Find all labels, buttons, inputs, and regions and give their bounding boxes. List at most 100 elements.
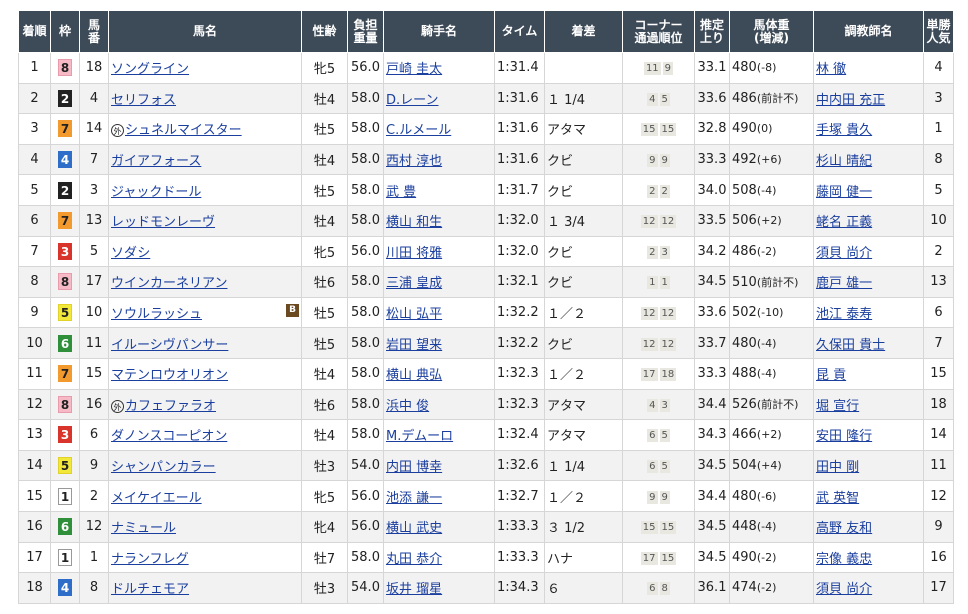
jockey-link[interactable]: 岩田 望来	[386, 338, 442, 353]
umaban-cell: 10	[79, 296, 109, 329]
sexage-cell: 牡5	[301, 327, 348, 359]
jockey-link[interactable]: D.レーン	[386, 93, 439, 108]
horse-name-link[interactable]: ナランフレグ	[111, 552, 189, 567]
horse-name-link[interactable]: イルーシヴパンサー	[111, 338, 228, 353]
corner-position: 9	[659, 490, 670, 504]
result-row: 12 8 16 外カフェファラオ 牡6 58.0 浜中 俊 1:32.3 アタマ 4 3 34.4 52…	[18, 388, 954, 421]
jockey-cell: 横山 武史	[383, 510, 495, 543]
rank-cell: 3	[18, 113, 51, 145]
umaban-cell: 17	[79, 266, 109, 298]
foreign-mark-icon: 外	[111, 124, 124, 138]
trainer-link[interactable]: 手塚 貴久	[816, 123, 872, 138]
foreign-mark-icon: 外	[111, 399, 124, 413]
jockey-link[interactable]: 横山 武史	[386, 521, 442, 536]
result-row: 11 7 15 マテンロウオリオン 牡4 58.0 横山 典弘 1:32.3 １／２ 17 18 33…	[18, 357, 954, 390]
jockey-cell: 横山 典弘	[383, 357, 495, 390]
sexage-cell: 牡4	[301, 357, 348, 390]
trainer-link[interactable]: 久保田 貴士	[816, 338, 885, 353]
rank-cell: 4	[18, 143, 51, 176]
horse-name-link[interactable]: ダノンスコーピオン	[111, 429, 227, 444]
jockey-link[interactable]: M.デムーロ	[386, 429, 453, 444]
margin-cell: クビ	[544, 174, 623, 206]
trainer-link[interactable]: 須貝 尚介	[816, 246, 872, 261]
trainer-link[interactable]: 藤岡 健一	[816, 185, 872, 200]
trainer-link[interactable]: 杉山 晴紀	[816, 154, 872, 169]
jockey-link[interactable]: 池添 謙一	[386, 491, 442, 506]
horse-cell: ソングライン	[108, 52, 302, 84]
horse-name-link[interactable]: ウインカーネリアン	[111, 276, 227, 291]
horse-name-link[interactable]: マテンロウオリオン	[111, 368, 228, 383]
jockey-link[interactable]: 武 豊	[386, 185, 416, 200]
trainer-link[interactable]: 宗像 義忠	[816, 552, 872, 567]
corner-position: 12	[640, 307, 658, 321]
corner-position: 4	[647, 92, 658, 106]
sexage-cell: 牡4	[301, 143, 348, 176]
header-jockey: 騎手名	[383, 10, 495, 53]
horse-name-link[interactable]: カフェファラオ	[125, 399, 216, 414]
body-weight-diff: (前計不)	[756, 92, 799, 106]
jockey-link[interactable]: 横山 典弘	[386, 368, 442, 383]
jockey-link[interactable]: 松山 弘平	[386, 307, 442, 322]
jockey-link[interactable]: 戸崎 圭太	[386, 62, 442, 77]
sexage-cell: 牡4	[301, 204, 348, 237]
waku-badge: 3	[58, 426, 72, 444]
corner-position: 3	[659, 245, 670, 259]
trainer-link[interactable]: 安田 隆行	[816, 429, 872, 444]
jockey-link[interactable]: 川田 将雅	[386, 246, 442, 261]
umaban-cell: 9	[79, 449, 109, 482]
horse-name-link[interactable]: ガイアフォース	[111, 154, 201, 169]
jockey-link[interactable]: 横山 和生	[386, 215, 442, 230]
jockey-link[interactable]: C.ルメール	[386, 123, 451, 138]
popularity-cell: 5	[923, 174, 954, 206]
trainer-link[interactable]: 中内田 充正	[816, 93, 885, 108]
umaban-cell: 13	[79, 204, 109, 237]
corner-position: 5	[659, 429, 670, 443]
trainer-link[interactable]: 鹿戸 雄一	[816, 276, 872, 291]
trainer-link[interactable]: 武 英智	[816, 491, 859, 506]
horse-name-link[interactable]: ソダシ	[111, 246, 150, 261]
horse-name-link[interactable]: ドルチェモア	[111, 582, 189, 597]
trainer-link[interactable]: 田中 剛	[816, 460, 859, 475]
corner-position: 1	[647, 276, 658, 290]
trainer-link[interactable]: 高野 友和	[816, 521, 872, 536]
trainer-link[interactable]: 昆 貢	[816, 368, 846, 383]
horse-name-link[interactable]: メイケイエール	[111, 491, 202, 506]
results-body: 1 8 18 ソングライン 牝5 56.0 戸崎 圭太 1:31.4 11 9 33.1 480(-8…	[18, 52, 954, 604]
trainer-link[interactable]: 蛯名 正義	[816, 215, 872, 230]
trainer-link[interactable]: 林 徹	[816, 62, 846, 77]
horse-name-link[interactable]: シャンパンカラー	[111, 460, 216, 475]
waku-badge: 7	[58, 212, 72, 230]
jockey-link[interactable]: 内田 博幸	[386, 460, 442, 475]
result-row: 15 1 2 メイケイエール 牝5 56.0 池添 謙一 1:32.7 １／２ 9 9 34.4 480…	[18, 480, 954, 512]
corner-position: 11	[643, 62, 661, 76]
horse-name-link[interactable]: レッドモンレーヴ	[111, 215, 215, 230]
weight-cell: 58.0	[347, 113, 384, 145]
horse-name-link[interactable]: ソングライン	[111, 62, 189, 77]
trainer-cell: 藤岡 健一	[813, 174, 924, 206]
body-weight-value: 492	[732, 152, 757, 168]
jockey-link[interactable]: 坂井 瑠星	[386, 582, 442, 597]
horse-name-link[interactable]: ナミュール	[111, 521, 176, 536]
rank-cell: 7	[18, 235, 51, 268]
horse-name-link[interactable]: シュネルマイスター	[125, 123, 242, 138]
trainer-link[interactable]: 堀 宣行	[816, 399, 859, 414]
horse-name-link[interactable]: ジャックドール	[111, 185, 201, 200]
result-row: 7 3 5 ソダシ 牝5 56.0 川田 将雅 1:32.0 クビ 2 3 34.2 486(-2) 須貝…	[18, 235, 954, 268]
trainer-link[interactable]: 池江 泰寿	[816, 307, 872, 322]
trainer-link[interactable]: 須貝 尚介	[816, 582, 872, 597]
corner-cell: 12 12	[622, 204, 695, 237]
trainer-cell: 昆 貢	[813, 357, 924, 390]
jockey-link[interactable]: 丸田 恭介	[386, 552, 442, 567]
body-weight-diff: (+4)	[756, 459, 782, 473]
jockey-link[interactable]: 浜中 俊	[386, 399, 429, 414]
body-weight-cell: 508(-4)	[729, 174, 814, 206]
waku-cell: 5	[50, 296, 80, 329]
body-weight-value: 486	[732, 243, 757, 259]
jockey-link[interactable]: 西村 淳也	[386, 154, 442, 169]
corner-position: 15	[640, 521, 658, 535]
jockey-link[interactable]: 三浦 皇成	[386, 276, 442, 291]
margin-cell: １ 1/4	[544, 449, 623, 482]
horse-name-link[interactable]: セリフォス	[111, 93, 176, 108]
horse-name-link[interactable]: ソウルラッシュ	[111, 307, 202, 322]
sexage-cell: 牡3	[301, 572, 348, 604]
